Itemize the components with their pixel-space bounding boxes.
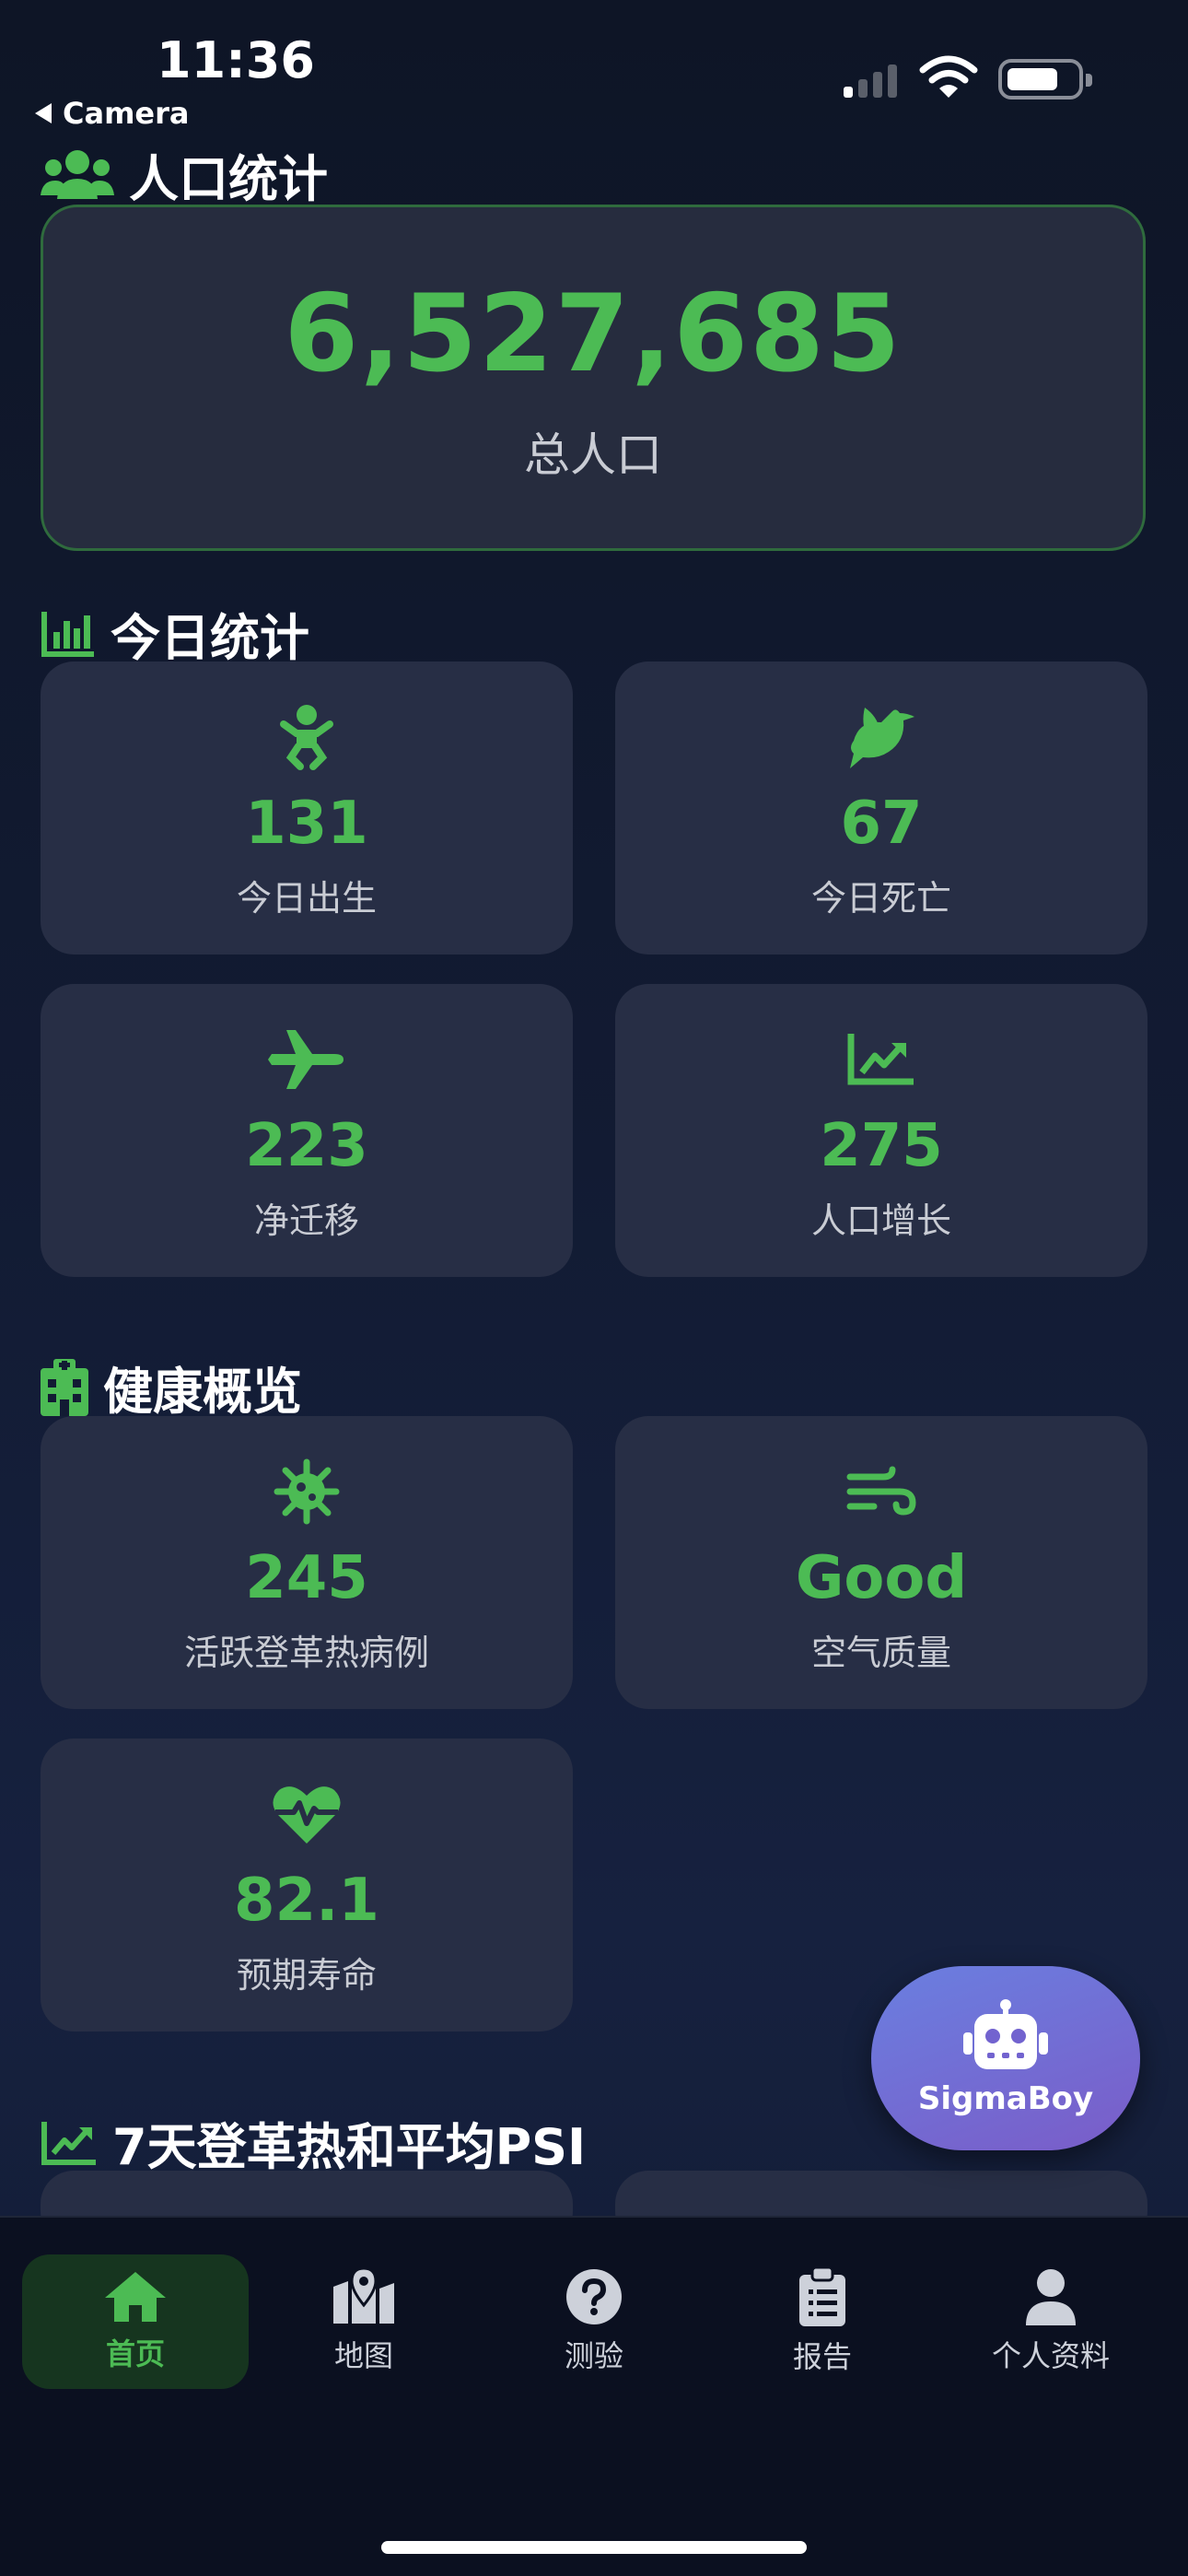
airplane-icon — [268, 1030, 344, 1089]
wifi-icon — [919, 55, 978, 98]
trend-title-text: 7天登革热和平均PSI — [112, 2118, 587, 2176]
health-title-text: 健康概览 — [103, 1363, 302, 1421]
baby-icon — [280, 705, 333, 770]
users-icon — [41, 149, 114, 199]
trend-section-title: 7天登革热和平均PSI — [41, 2106, 586, 2179]
home-icon — [105, 2272, 166, 2322]
tab-profile-label: 个人资料 — [991, 2338, 1110, 2373]
tab-reports-label: 报告 — [792, 2339, 852, 2374]
trend-card-right[interactable] — [615, 2171, 1147, 2216]
life-expectancy-value: 82.1 — [234, 1867, 379, 1935]
births-value: 131 — [245, 790, 368, 858]
bottom-tab-bar: 首页 地图 测验 报告 个人资料 — [0, 2216, 1188, 2576]
life-expectancy-card[interactable]: 82.1 预期寿命 — [41, 1739, 573, 2032]
population-growth-label: 人口增长 — [810, 1200, 951, 1241]
total-population-value: 6,527,685 — [284, 271, 903, 396]
sigmaboy-label: SigmaBoy — [917, 2080, 1094, 2117]
home-indicator[interactable] — [381, 2541, 807, 2554]
clipboard-icon — [799, 2267, 845, 2326]
question-icon — [566, 2269, 622, 2324]
back-arrow-icon — [35, 103, 52, 123]
trend-card-left[interactable] — [41, 2171, 573, 2216]
virus-icon — [274, 1458, 340, 1525]
air-quality-label: 空气质量 — [810, 1633, 951, 1673]
cellular-signal-icon — [844, 61, 897, 98]
wind-icon — [846, 1466, 916, 1516]
tab-home[interactable]: 首页 — [22, 2254, 249, 2389]
population-growth-value: 275 — [820, 1112, 943, 1180]
air-quality-value: Good — [795, 1544, 968, 1612]
today-title-text: 今日统计 — [111, 609, 309, 667]
population-growth-card[interactable]: 275 人口增长 — [615, 984, 1147, 1277]
tab-map[interactable]: 地图 — [250, 2254, 477, 2389]
health-section-title: 健康概览 — [41, 1351, 302, 1423]
total-population-card: 6,527,685 总人口 — [41, 205, 1146, 551]
robot-icon — [963, 1999, 1048, 2069]
map-icon — [333, 2268, 394, 2324]
heart-pulse-icon — [273, 1786, 341, 1844]
net-migration-label: 净迁移 — [253, 1200, 359, 1241]
sigmaboy-chat-button[interactable]: SigmaBoy — [871, 1966, 1140, 2150]
tab-quiz-label: 测验 — [564, 2338, 623, 2373]
user-icon — [1026, 2269, 1076, 2325]
life-expectancy-label: 预期寿命 — [236, 1955, 377, 1996]
population-title-text: 人口统计 — [129, 150, 328, 208]
net-migration-card[interactable]: 223 净迁移 — [41, 984, 573, 1277]
chart-line-icon — [41, 2121, 96, 2165]
births-label: 今日出生 — [236, 878, 377, 919]
tab-home-label: 首页 — [105, 2336, 165, 2371]
back-app-label: Camera — [63, 96, 190, 131]
net-migration-value: 223 — [245, 1112, 368, 1180]
status-time: 11:36 — [157, 31, 315, 89]
births-card[interactable]: 131 今日出生 — [41, 662, 573, 954]
dengue-cases-card[interactable]: 245 活跃登革热病例 — [41, 1416, 573, 1709]
back-to-camera-link[interactable]: Camera — [35, 96, 190, 131]
dove-icon — [850, 708, 914, 768]
status-bar: 11:36 Camera — [0, 0, 1188, 147]
tab-quiz[interactable]: 测验 — [481, 2254, 707, 2389]
bar-chart-icon — [41, 611, 94, 657]
population-section-title: 人口统计 — [41, 138, 328, 211]
deaths-value: 67 — [840, 790, 923, 858]
tab-profile[interactable]: 个人资料 — [938, 2254, 1164, 2389]
air-quality-card[interactable]: Good 空气质量 — [615, 1416, 1147, 1709]
battery-icon — [998, 59, 1092, 100]
dengue-cases-label: 活跃登革热病例 — [183, 1633, 429, 1673]
today-section-title: 今日统计 — [41, 597, 309, 670]
scroll-content[interactable]: 人口统计 6,527,685 总人口 今日统计 131 今日出生 67 今日死亡… — [0, 0, 1188, 2216]
chart-line-icon — [847, 1034, 914, 1085]
dengue-cases-value: 245 — [245, 1544, 368, 1612]
deaths-card[interactable]: 67 今日死亡 — [615, 662, 1147, 954]
total-population-label: 总人口 — [524, 427, 662, 482]
tab-reports[interactable]: 报告 — [709, 2254, 936, 2389]
deaths-label: 今日死亡 — [810, 878, 951, 919]
hospital-icon — [41, 1358, 88, 1416]
tab-map-label: 地图 — [333, 2338, 393, 2373]
